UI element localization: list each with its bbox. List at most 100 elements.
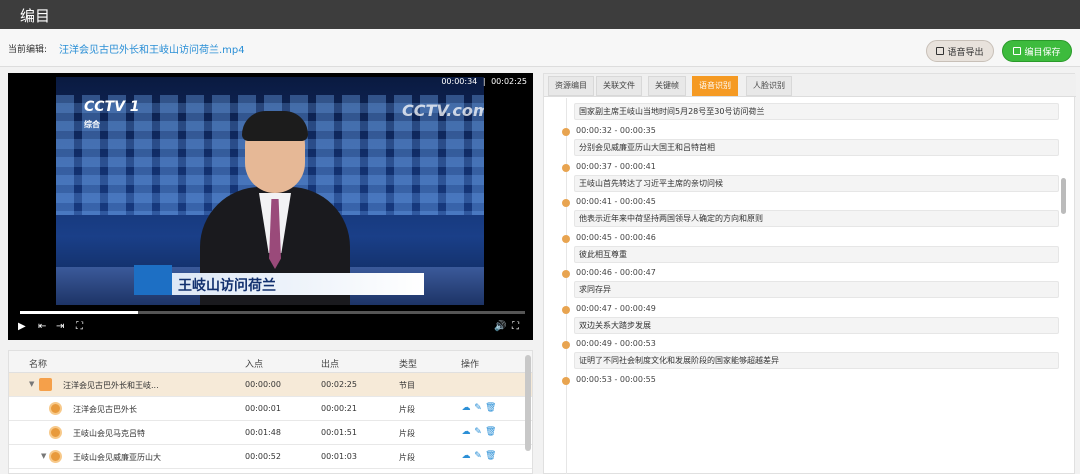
right-panel: 资源编目 关联文件 关键帧 语音识别 人脸识别 国家副主席王岐山当地时间5月28… [543,73,1076,474]
lower-third: 王岐山访问荷兰 [134,265,424,295]
transcript-time: 00:00:46 - 00:00:47 [576,268,656,277]
tab-resource-catalog[interactable]: 资源编目 [548,76,594,96]
row-in: 00:00:52 [245,452,281,461]
col-ops: 操作 [461,360,480,370]
transcript-time: 00:00:49 - 00:00:53 [576,339,656,348]
tab-face-recognition[interactable]: 人脸识别 [746,76,792,96]
upload-icon[interactable]: ☁ [461,451,471,461]
row-type: 片段 [399,453,415,462]
timeline-dot-icon [562,270,570,278]
table-row[interactable]: ▼ 汪洋会见古巴外长和王岐... 00:00:00 00:02:25 节目 [9,373,532,397]
tab-related-files[interactable]: 关联文件 [596,76,642,96]
row-in: 00:00:01 [245,404,281,413]
transcript-time: 00:00:45 - 00:00:46 [576,232,656,242]
edit-icon[interactable]: ✎ [473,403,483,413]
table-row[interactable]: 汪洋会见古巴外长 00:00:01 00:00:21 片段 ☁ ✎ 🗑 [9,397,532,421]
transcript-text[interactable]: 求同存异 [574,281,1059,298]
timeline-dot-icon [562,376,570,385]
transcript-text[interactable]: 双边关系大踏步发展 [574,316,1059,334]
edit-icon[interactable]: ✎ [473,427,483,437]
program-icon [39,378,52,391]
row-type: 节目 [399,381,415,390]
table-header: 名称 入点 出点 类型 操作 [9,351,532,373]
row-out: 00:00:21 [321,404,357,413]
transcript-text[interactable]: 分别会见威廉亚历山大国王和吕特首相 [574,139,1059,156]
channel-sub: 综合 [84,120,100,129]
edit-icon[interactable]: ✎ [473,451,483,461]
news-badge [134,265,172,295]
transcript-text[interactable]: 国家副主席王岐山当地时间5月28号至30号访问荷兰 [574,103,1059,120]
row-name: 王岐山会见威廉亚历山大 [73,453,161,462]
col-out: 出点 [321,360,340,370]
timecode: 00:00:34 | 00:02:25 [441,77,527,86]
transcript-time: 00:00:41 - 00:00:45 [576,197,656,206]
clip-table: 名称 入点 出点 类型 操作 ▼ 汪洋会见古巴外长和王岐... 00:00:00… [8,350,533,474]
play-icon[interactable]: ▶ [18,321,26,332]
transcript-text[interactable]: 王岐山首先转达了习近平主席的亲切问候 [574,174,1059,192]
transcript-timeline: 国家副主席王岐山当地时间5月28号至30号访问荷兰 00:00:32 - 00:… [544,98,1076,474]
total-duration: 00:02:25 [491,77,527,86]
expand-toggle-icon[interactable]: ▼ [41,452,46,460]
table-scrollbar[interactable] [525,355,531,451]
timeline-dot-icon [562,234,570,243]
tab-keyframes[interactable]: 关键帧 [648,76,686,96]
col-in: 入点 [245,360,264,370]
transcript-text[interactable]: 彼此相互尊重 [574,245,1059,263]
transcript-text[interactable]: 他表示近年来中荷坚持两国领导人确定的方向和原则 [574,210,1059,227]
transcript-time: 00:00:53 - 00:00:55 [576,374,656,384]
export-icon [936,47,945,55]
tab-bar: 资源编目 关联文件 关键帧 语音识别 人脸识别 [544,74,1076,97]
col-name: 名称 [29,360,48,370]
film-reel-icon [49,426,62,439]
time-separator: | [482,77,486,86]
col-type: 类型 [399,360,418,370]
delete-icon[interactable]: 🗑 [485,451,496,461]
mark-in-icon[interactable]: ⇤ [38,321,46,332]
app-title: 编目 [20,7,51,25]
tab-speech-recognition[interactable]: 语音识别 [692,76,738,96]
caption-text: 王岐山访问荷兰 [178,278,276,294]
save-icon [1013,47,1022,55]
transcript-time: 00:00:37 - 00:00:41 [576,161,656,171]
row-actions: ☁ ✎ 🗑 [461,451,497,461]
row-type: 片段 [399,405,415,414]
progress-bar[interactable] [20,311,525,314]
timeline-line [566,98,567,474]
voice-export-button[interactable]: 语音导出 [926,40,994,62]
channel-watermark: CCTV.com [402,101,484,120]
timeline-dot-icon [562,128,570,136]
video-player[interactable]: CCTV 1 综合 CCTV.com 王岐山访问荷兰 00:00:34 | 00… [8,73,533,340]
timeline-dot-icon [562,305,570,314]
mark-out-icon[interactable]: ⇥ [56,321,64,332]
transcript-text[interactable]: 证明了不同社会制度文化和发展阶段的国家能够超越差异 [574,352,1059,369]
channel-logo: CCTV 1 综合 [84,99,140,129]
current-file-name[interactable]: 汪洋会见古巴外长和王岐山访问荷兰.mp4 [59,41,245,56]
upload-icon[interactable]: ☁ [461,427,471,437]
timeline-dot-icon [562,163,570,172]
row-name: 王岐山会见马克吕特 [73,429,145,438]
volume-icon[interactable]: 🔊 [494,321,506,332]
row-out: 00:02:25 [321,380,357,389]
catalog-save-label: 编目保存 [1024,47,1061,58]
catalog-save-button[interactable]: 编目保存 [1002,40,1072,62]
row-name: 汪洋会见古巴外长 [73,405,137,414]
transcript-time: 00:00:47 - 00:00:49 [576,303,656,313]
expand-toggle-icon[interactable]: ▼ [29,380,34,388]
row-actions: ☁ ✎ 🗑 [461,427,497,437]
row-out: 00:01:03 [321,452,357,461]
row-in: 00:00:00 [245,380,281,389]
transcript-scrollbar[interactable] [1061,178,1066,214]
fullscreen-icon[interactable]: ⛶ [512,321,519,332]
table-row[interactable]: ▼ 王岐山会见威廉亚历山大 00:00:52 00:01:03 片段 ☁ ✎ 🗑 [9,445,532,469]
edit-bar: 当前编辑: 汪洋会见古巴外长和王岐山访问荷兰.mp4 语音导出 编目保存 [0,29,1080,67]
upload-icon[interactable]: ☁ [461,403,471,413]
progress-fill [20,311,139,314]
clip-icon[interactable]: ⛶ [76,321,83,332]
current-edit-label: 当前编辑: [8,45,48,55]
player-controls: ▶ ⇤ ⇥ ⛶ 🔊 ⛶ [18,321,525,335]
timeline-dot-icon [562,199,570,207]
row-out: 00:01:51 [321,428,357,437]
table-row[interactable]: 王岐山会见马克吕特 00:01:48 00:01:51 片段 ☁ ✎ 🗑 [9,421,532,445]
delete-icon[interactable]: 🗑 [485,403,496,413]
delete-icon[interactable]: 🗑 [485,427,496,437]
